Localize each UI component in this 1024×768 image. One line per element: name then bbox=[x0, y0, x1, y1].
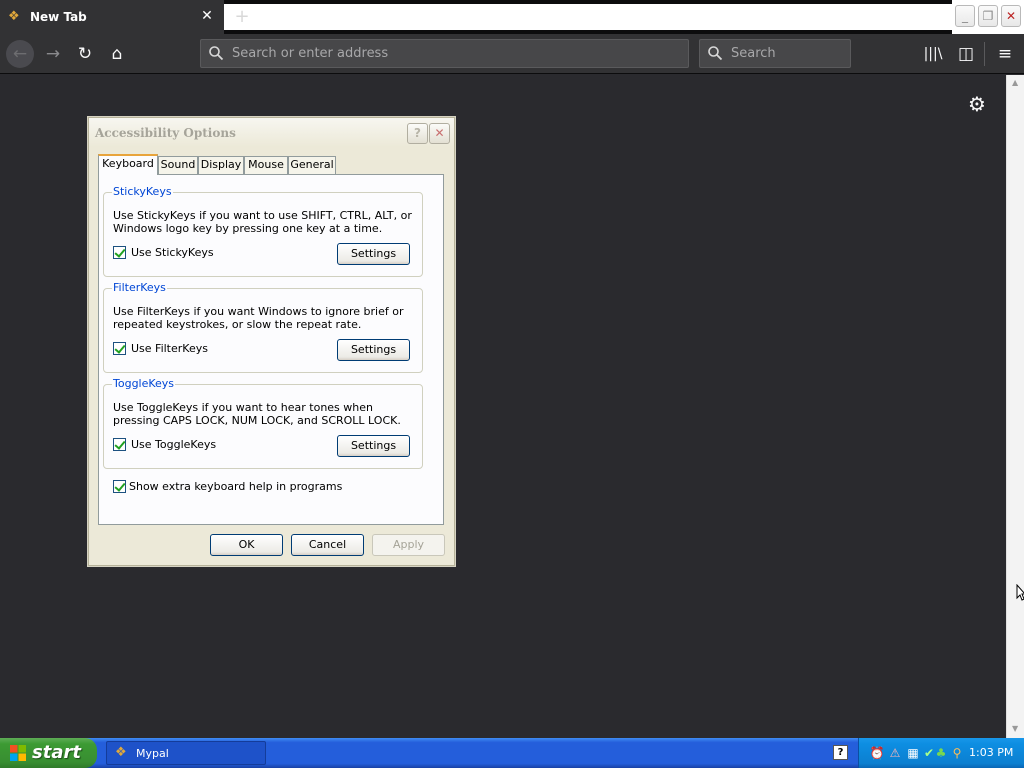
window-controls: _ ❐ ✕ bbox=[952, 0, 1024, 34]
taskbar-item-mypal[interactable]: ❖ Mypal bbox=[106, 741, 266, 765]
tab-close-icon[interactable]: ✕ bbox=[198, 7, 216, 25]
warning-icon[interactable]: ⚠ bbox=[887, 745, 903, 761]
scroll-up-arrow-icon[interactable]: ▲ bbox=[1012, 78, 1018, 87]
window-close-button[interactable]: ✕ bbox=[1001, 5, 1021, 27]
tab-strip-empty-area bbox=[224, 4, 952, 30]
new-tab-button[interactable]: + bbox=[232, 6, 252, 28]
taskbar: start ❖ Mypal ? ⏰ ⚠ ▦ ✔ ♣ ⚲ 1:03 PM bbox=[0, 738, 1024, 768]
toolbar-divider bbox=[984, 42, 985, 66]
windows-logo-icon bbox=[10, 745, 26, 761]
mouse-cursor-icon bbox=[1016, 584, 1024, 601]
tab-new-tab[interactable]: ❖ New Tab ✕ bbox=[0, 0, 224, 34]
group-title: ToggleKeys bbox=[112, 377, 176, 390]
help-icon[interactable]: ? bbox=[833, 745, 848, 760]
mypal-logo-icon: ❖ bbox=[8, 9, 20, 24]
use-filterkeys-label[interactable]: Use FilterKeys bbox=[131, 342, 208, 355]
start-label: start bbox=[32, 742, 81, 763]
tab-display[interactable]: Display bbox=[198, 156, 244, 174]
search-icon[interactable]: ⚲ bbox=[949, 745, 965, 761]
tab-sound[interactable]: Sound bbox=[158, 156, 198, 174]
network-icon[interactable]: ▦ bbox=[905, 745, 921, 761]
accessibility-options-dialog: Accessibility Options ? ✕ Keyboard Sound… bbox=[88, 117, 455, 566]
mypal-logo-icon: ❖ bbox=[115, 745, 127, 760]
ok-button[interactable]: OK bbox=[210, 534, 283, 556]
vertical-scrollbar[interactable]: ▲ ▼ bbox=[1006, 75, 1024, 738]
start-button[interactable]: start bbox=[0, 738, 97, 768]
browser-toolbar: ← → ↻ ⌂ |||\ ◫ ≡ bbox=[0, 34, 1024, 74]
apply-button[interactable]: Apply bbox=[372, 534, 445, 556]
tab-mouse[interactable]: Mouse bbox=[244, 156, 288, 174]
hamburger-menu-button[interactable]: ≡ bbox=[992, 42, 1018, 66]
help-button[interactable]: ? bbox=[407, 123, 428, 144]
minimize-button[interactable]: _ bbox=[955, 5, 975, 27]
security-icon[interactable]: ♣ bbox=[933, 745, 949, 761]
use-togglekeys-label[interactable]: Use ToggleKeys bbox=[131, 438, 216, 451]
tab-keyboard[interactable]: Keyboard bbox=[98, 154, 158, 175]
filterkeys-settings-button[interactable]: Settings bbox=[337, 339, 410, 361]
group-description: Use ToggleKeys if you want to hear tones… bbox=[113, 401, 401, 427]
tab-general[interactable]: General bbox=[288, 156, 336, 174]
cancel-button[interactable]: Cancel bbox=[291, 534, 364, 556]
scroll-down-arrow-icon[interactable]: ▼ bbox=[1012, 724, 1018, 733]
search-bar[interactable] bbox=[699, 39, 851, 68]
browser-tab-strip: ❖ New Tab ✕ + _ ❐ ✕ bbox=[0, 0, 1024, 34]
group-description: Use StickyKeys if you want to use SHIFT,… bbox=[113, 209, 412, 235]
filterkeys-group: FilterKeys Use FilterKeys if you want Wi… bbox=[103, 281, 423, 373]
library-button[interactable]: |||\ bbox=[920, 42, 946, 66]
use-stickykeys-checkbox[interactable] bbox=[113, 246, 126, 259]
togglekeys-settings-button[interactable]: Settings bbox=[337, 435, 410, 457]
search-icon bbox=[708, 46, 723, 61]
dialog-titlebar[interactable]: Accessibility Options ? ✕ bbox=[89, 118, 454, 147]
taskbar-item-label: Mypal bbox=[136, 747, 169, 760]
reload-button[interactable]: ↻ bbox=[72, 42, 98, 66]
alarm-clock-icon[interactable]: ⏰ bbox=[869, 745, 885, 761]
restore-button[interactable]: ❐ bbox=[978, 5, 998, 27]
extra-keyboard-help-label[interactable]: Show extra keyboard help in programs bbox=[129, 480, 342, 493]
group-title: FilterKeys bbox=[112, 281, 167, 294]
gear-icon[interactable]: ⚙ bbox=[966, 93, 988, 115]
group-description: Use FilterKeys if you want Windows to ig… bbox=[113, 305, 404, 331]
home-button[interactable]: ⌂ bbox=[104, 42, 130, 66]
forward-button[interactable]: → bbox=[40, 42, 66, 66]
system-tray: ⏰ ⚠ ▦ ✔ ♣ ⚲ 1:03 PM bbox=[858, 738, 1024, 768]
extra-keyboard-help-checkbox[interactable] bbox=[113, 480, 126, 493]
address-input[interactable] bbox=[232, 40, 672, 67]
sidebar-toggle-button[interactable]: ◫ bbox=[953, 42, 979, 66]
dialog-close-button[interactable]: ✕ bbox=[429, 123, 450, 144]
togglekeys-group: ToggleKeys Use ToggleKeys if you want to… bbox=[103, 377, 423, 469]
group-title: StickyKeys bbox=[112, 185, 173, 198]
stickykeys-group: StickyKeys Use StickyKeys if you want to… bbox=[103, 185, 423, 277]
search-icon bbox=[209, 46, 224, 61]
use-filterkeys-checkbox[interactable] bbox=[113, 342, 126, 355]
use-togglekeys-checkbox[interactable] bbox=[113, 438, 126, 451]
search-input[interactable] bbox=[731, 40, 841, 67]
tab-title: New Tab bbox=[30, 10, 87, 24]
clock-time[interactable]: 1:03 PM bbox=[969, 746, 1013, 759]
stickykeys-settings-button[interactable]: Settings bbox=[337, 243, 410, 265]
use-stickykeys-label[interactable]: Use StickyKeys bbox=[131, 246, 214, 259]
address-bar[interactable] bbox=[200, 39, 689, 68]
dialog-title: Accessibility Options bbox=[95, 126, 236, 140]
back-button[interactable]: ← bbox=[6, 40, 34, 68]
